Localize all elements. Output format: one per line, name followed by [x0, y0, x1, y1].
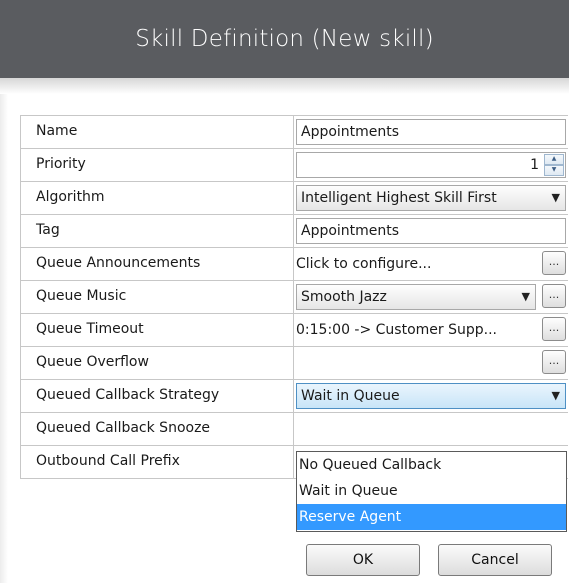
spin-down-icon[interactable]: ▼ — [544, 165, 564, 176]
row-tag: Tag Appointments — [20, 214, 568, 247]
name-input[interactable]: Appointments — [296, 119, 566, 145]
callback-strategy-dropdown: No Queued Callback Wait in Queue Reserve… — [296, 451, 567, 532]
queue-announcements-value[interactable]: Click to configure... — [296, 251, 534, 277]
dropdown-option[interactable]: No Queued Callback — [297, 452, 566, 478]
spin-up-icon[interactable]: ▲ — [544, 154, 564, 165]
outbound-prefix-label: Outbound Call Prefix — [20, 446, 294, 478]
priority-value: 1 — [530, 157, 539, 173]
chevron-down-icon: ▼ — [551, 389, 560, 402]
queue-overflow-browse-button[interactable]: ... — [542, 350, 566, 374]
queue-timeout-browse-button[interactable]: ... — [542, 317, 566, 341]
algorithm-value: Intelligent Highest Skill First — [301, 190, 497, 206]
dropdown-option[interactable]: Wait in Queue — [297, 478, 566, 504]
chevron-down-icon: ▼ — [521, 290, 530, 303]
queue-music-label: Queue Music — [20, 281, 294, 313]
algorithm-select[interactable]: Intelligent Highest Skill First ▼ — [296, 185, 566, 211]
cancel-button[interactable]: Cancel — [438, 544, 552, 576]
row-priority: Priority 1 ▲ ▼ — [20, 148, 568, 181]
dropdown-option-selected[interactable]: Reserve Agent — [297, 504, 566, 530]
ok-button[interactable]: OK — [306, 544, 420, 576]
left-edge — [0, 94, 8, 583]
row-queue-overflow: Queue Overflow ... — [20, 346, 568, 379]
title-bar: Skill Definition (New skill) — [0, 0, 569, 78]
row-callback-strategy: Queued Callback Strategy Wait in Queue ▼ — [20, 379, 568, 412]
priority-label: Priority — [20, 149, 294, 181]
callback-strategy-select[interactable]: Wait in Queue ▼ — [296, 383, 566, 409]
row-queue-announcements: Queue Announcements Click to configure..… — [20, 247, 568, 280]
tag-input[interactable]: Appointments — [296, 218, 566, 244]
queue-overflow-label: Queue Overflow — [20, 347, 294, 379]
row-queue-music: Queue Music Smooth Jazz ▼ ... — [20, 280, 568, 313]
queue-announcements-label: Queue Announcements — [20, 248, 294, 280]
callback-strategy-label: Queued Callback Strategy — [20, 380, 294, 412]
queue-music-select[interactable]: Smooth Jazz ▼ — [296, 284, 536, 310]
row-queue-timeout: Queue Timeout 0:15:00 -> Customer Supp..… — [20, 313, 568, 346]
title-shadow — [0, 78, 569, 94]
priority-stepper[interactable]: 1 ▲ ▼ — [296, 152, 566, 178]
row-name: Name Appointments — [20, 115, 568, 148]
chevron-down-icon: ▼ — [551, 191, 560, 204]
row-callback-snooze: Queued Callback Snooze — [20, 412, 568, 445]
queue-music-browse-button[interactable]: ... — [542, 284, 566, 308]
queue-timeout-label: Queue Timeout — [20, 314, 294, 346]
queue-announcements-browse-button[interactable]: ... — [542, 251, 566, 275]
row-algorithm: Algorithm Intelligent Highest Skill Firs… — [20, 181, 568, 214]
callback-snooze-value[interactable] — [296, 416, 534, 442]
window-title: Skill Definition (New skill) — [135, 26, 434, 52]
queue-timeout-value[interactable]: 0:15:00 -> Customer Supp... — [296, 317, 534, 343]
name-label: Name — [20, 116, 294, 148]
tag-label: Tag — [20, 215, 294, 247]
callback-snooze-label: Queued Callback Snooze — [20, 413, 294, 445]
priority-spinner: ▲ ▼ — [544, 154, 564, 176]
queue-music-value: Smooth Jazz — [301, 289, 387, 305]
algorithm-label: Algorithm — [20, 182, 294, 214]
property-grid: Name Appointments Priority 1 ▲ ▼ Algorit… — [20, 115, 568, 479]
queue-overflow-value[interactable] — [296, 350, 534, 376]
callback-strategy-value: Wait in Queue — [301, 388, 400, 404]
